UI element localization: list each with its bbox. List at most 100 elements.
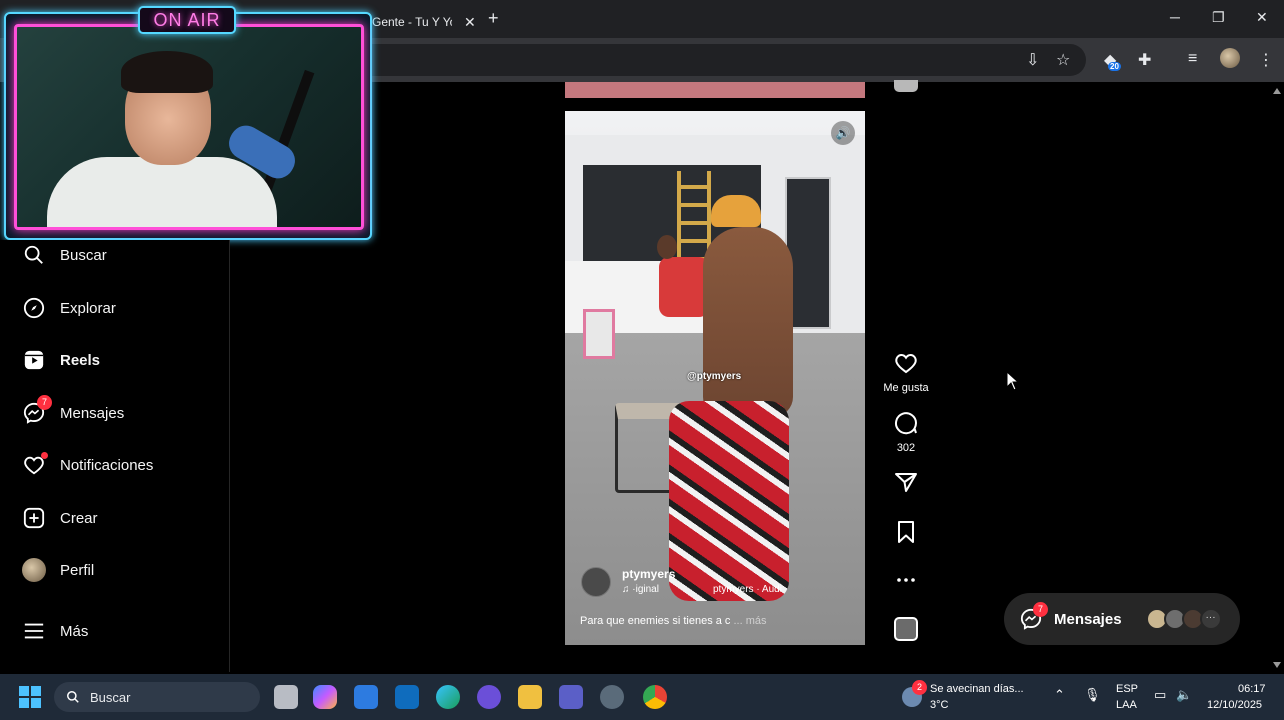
audio-thumbnail[interactable] — [894, 617, 918, 641]
bookmark-icon — [898, 521, 914, 543]
tray-chevron-icon[interactable]: ⌃ — [1054, 687, 1065, 703]
search-icon — [67, 691, 79, 703]
menu-icon — [22, 619, 46, 643]
more-dots-icon: ··· — [1199, 608, 1222, 630]
tab-close-icon[interactable]: ✕ — [464, 14, 476, 31]
video-ladder — [677, 171, 711, 261]
webcam-overlay — [4, 12, 372, 240]
page-scrollbar[interactable] — [1270, 82, 1284, 674]
messages-floating-button[interactable]: 7 Mensajes ··· — [1004, 593, 1240, 645]
windows-taskbar: Buscar 2 Se avecinan días... 3°C ⌃ 🎙 ESP… — [0, 674, 1284, 720]
new-tab-button[interactable]: + — [488, 8, 499, 29]
sidebar-item-label: Reels — [60, 351, 101, 369]
sidebar-item-label: Perfil — [60, 561, 95, 579]
reel-caption: Para que enemies si tienes a c ... más — [580, 615, 767, 627]
reel-author-name[interactable]: ptymyers — [622, 567, 675, 581]
reel-author-avatar[interactable] — [581, 567, 611, 597]
heart-icon — [22, 452, 48, 477]
reel-audio-original[interactable]: ♫ ·iginal — [622, 584, 659, 595]
messenger-icon: 7 — [22, 395, 52, 425]
recent-chat-avatars: ··· — [1145, 608, 1222, 630]
compass-icon — [22, 296, 46, 320]
app-icon[interactable] — [477, 685, 501, 709]
more-options-button[interactable] — [876, 568, 936, 597]
mouse-cursor-icon — [1006, 371, 1020, 391]
like-button[interactable]: Me gusta — [876, 351, 936, 394]
bookmark-star-icon[interactable]: ☆ — [1056, 50, 1070, 70]
sidebar-item-label: Explorar — [60, 299, 116, 317]
video-dancer — [703, 227, 793, 417]
streamer-hair — [121, 51, 213, 93]
more-menu-icon[interactable]: ⋮ — [1258, 50, 1274, 70]
sidebar-item-label: Mensajes — [60, 404, 125, 422]
weather-badge: 2 — [912, 680, 927, 695]
sidebar-item-create[interactable]: Crear — [22, 505, 98, 531]
comment-icon — [895, 412, 918, 435]
teams-icon[interactable] — [559, 685, 583, 709]
sidebar-item-label: Más — [60, 622, 89, 640]
task-view-icon[interactable] — [274, 685, 298, 709]
messages-badge: 7 — [37, 395, 52, 410]
video-dancer-pants — [669, 401, 789, 601]
reel-caption-more[interactable]: ... más — [733, 615, 766, 627]
like-label: Me gusta — [883, 382, 929, 394]
sidebar-item-notifications[interactable]: Notificaciones — [22, 452, 153, 478]
windows-start-icon[interactable] — [19, 686, 41, 708]
more-dots-icon — [897, 578, 915, 582]
previous-reel-thumbnail — [894, 80, 918, 92]
sidebar-item-reels[interactable]: Reels — [22, 347, 100, 373]
weather-temp: 3°C — [930, 699, 949, 711]
sidebar-item-label: Crear — [60, 509, 98, 527]
taskbar-search-label: Buscar — [90, 689, 131, 705]
store-icon[interactable] — [354, 685, 378, 709]
video-dancer-cap — [711, 195, 761, 227]
language-indicator[interactable]: ESP — [1116, 683, 1138, 695]
plus-square-icon — [22, 506, 46, 530]
comment-button[interactable]: 302 — [876, 411, 936, 454]
restore-button[interactable]: ❐ — [1212, 9, 1225, 26]
tab-title: Gente - Tu Y Yo — [372, 15, 452, 29]
messenger-icon: 7 — [1020, 602, 1048, 630]
profile-avatar[interactable] — [1220, 48, 1240, 68]
taskbar-search[interactable]: Buscar — [54, 682, 260, 712]
edge-icon[interactable] — [436, 685, 460, 709]
volume-icon[interactable]: 🔊 — [831, 121, 855, 145]
file-explorer-icon[interactable] — [518, 685, 542, 709]
sidebar-item-messages[interactable]: 7 Mensajes — [22, 395, 125, 426]
comment-count: 302 — [896, 442, 916, 454]
previous-reel[interactable] — [565, 82, 865, 98]
video-person-background — [659, 257, 709, 317]
sidebar-item-profile[interactable]: Perfil — [22, 557, 94, 583]
sidebar-item-label: Notificaciones — [60, 456, 154, 474]
media-control-icon[interactable]: ≡ — [1188, 50, 1197, 68]
extensions-puzzle-icon[interactable]: ✚ — [1138, 50, 1151, 70]
microphone-icon[interactable]: 🎙 — [1084, 687, 1101, 703]
sidebar-item-explore[interactable]: Explorar — [22, 295, 116, 321]
close-window-button[interactable]: ✕ — [1256, 9, 1268, 26]
weather-title[interactable]: Se avecinan días... — [930, 683, 1024, 695]
reel-watermark: @ptymyers — [687, 371, 742, 382]
share-button[interactable] — [876, 470, 936, 499]
chrome-icon[interactable] — [643, 685, 667, 709]
messages-pill-badge: 7 — [1033, 602, 1048, 617]
sidebar-item-more[interactable]: Más — [22, 618, 88, 644]
minimize-button[interactable]: ─ — [1170, 9, 1180, 25]
app-icon[interactable] — [600, 685, 624, 709]
outlook-icon[interactable] — [395, 685, 419, 709]
clock-time[interactable]: 06:17 — [1238, 683, 1266, 695]
messages-pill-label: Mensajes — [1054, 610, 1122, 628]
install-app-icon[interactable]: ⇩ — [1026, 50, 1039, 70]
video-stool — [583, 309, 615, 359]
sidebar-item-search[interactable]: Buscar — [22, 242, 107, 268]
address-bar[interactable] — [370, 44, 1086, 76]
save-button[interactable] — [876, 520, 936, 549]
reel-video[interactable]: 🔊 @ptymyers ptymyers ♫ ·iginal ptymyers … — [565, 111, 865, 645]
scrollbar-arrows — [1273, 88, 1281, 668]
volume-icon[interactable]: 🔈 — [1176, 687, 1192, 703]
browser-tab[interactable]: Gente - Tu Y Yo ✕ — [366, 6, 478, 38]
copilot-icon[interactable] — [313, 685, 337, 709]
reel-audio-credit[interactable]: ptymyers · Audi — [713, 584, 782, 595]
clock-date[interactable]: 12/10/2025 — [1207, 699, 1262, 711]
network-icon[interactable]: ▭ — [1154, 687, 1166, 703]
video-person-background-head — [657, 235, 677, 259]
